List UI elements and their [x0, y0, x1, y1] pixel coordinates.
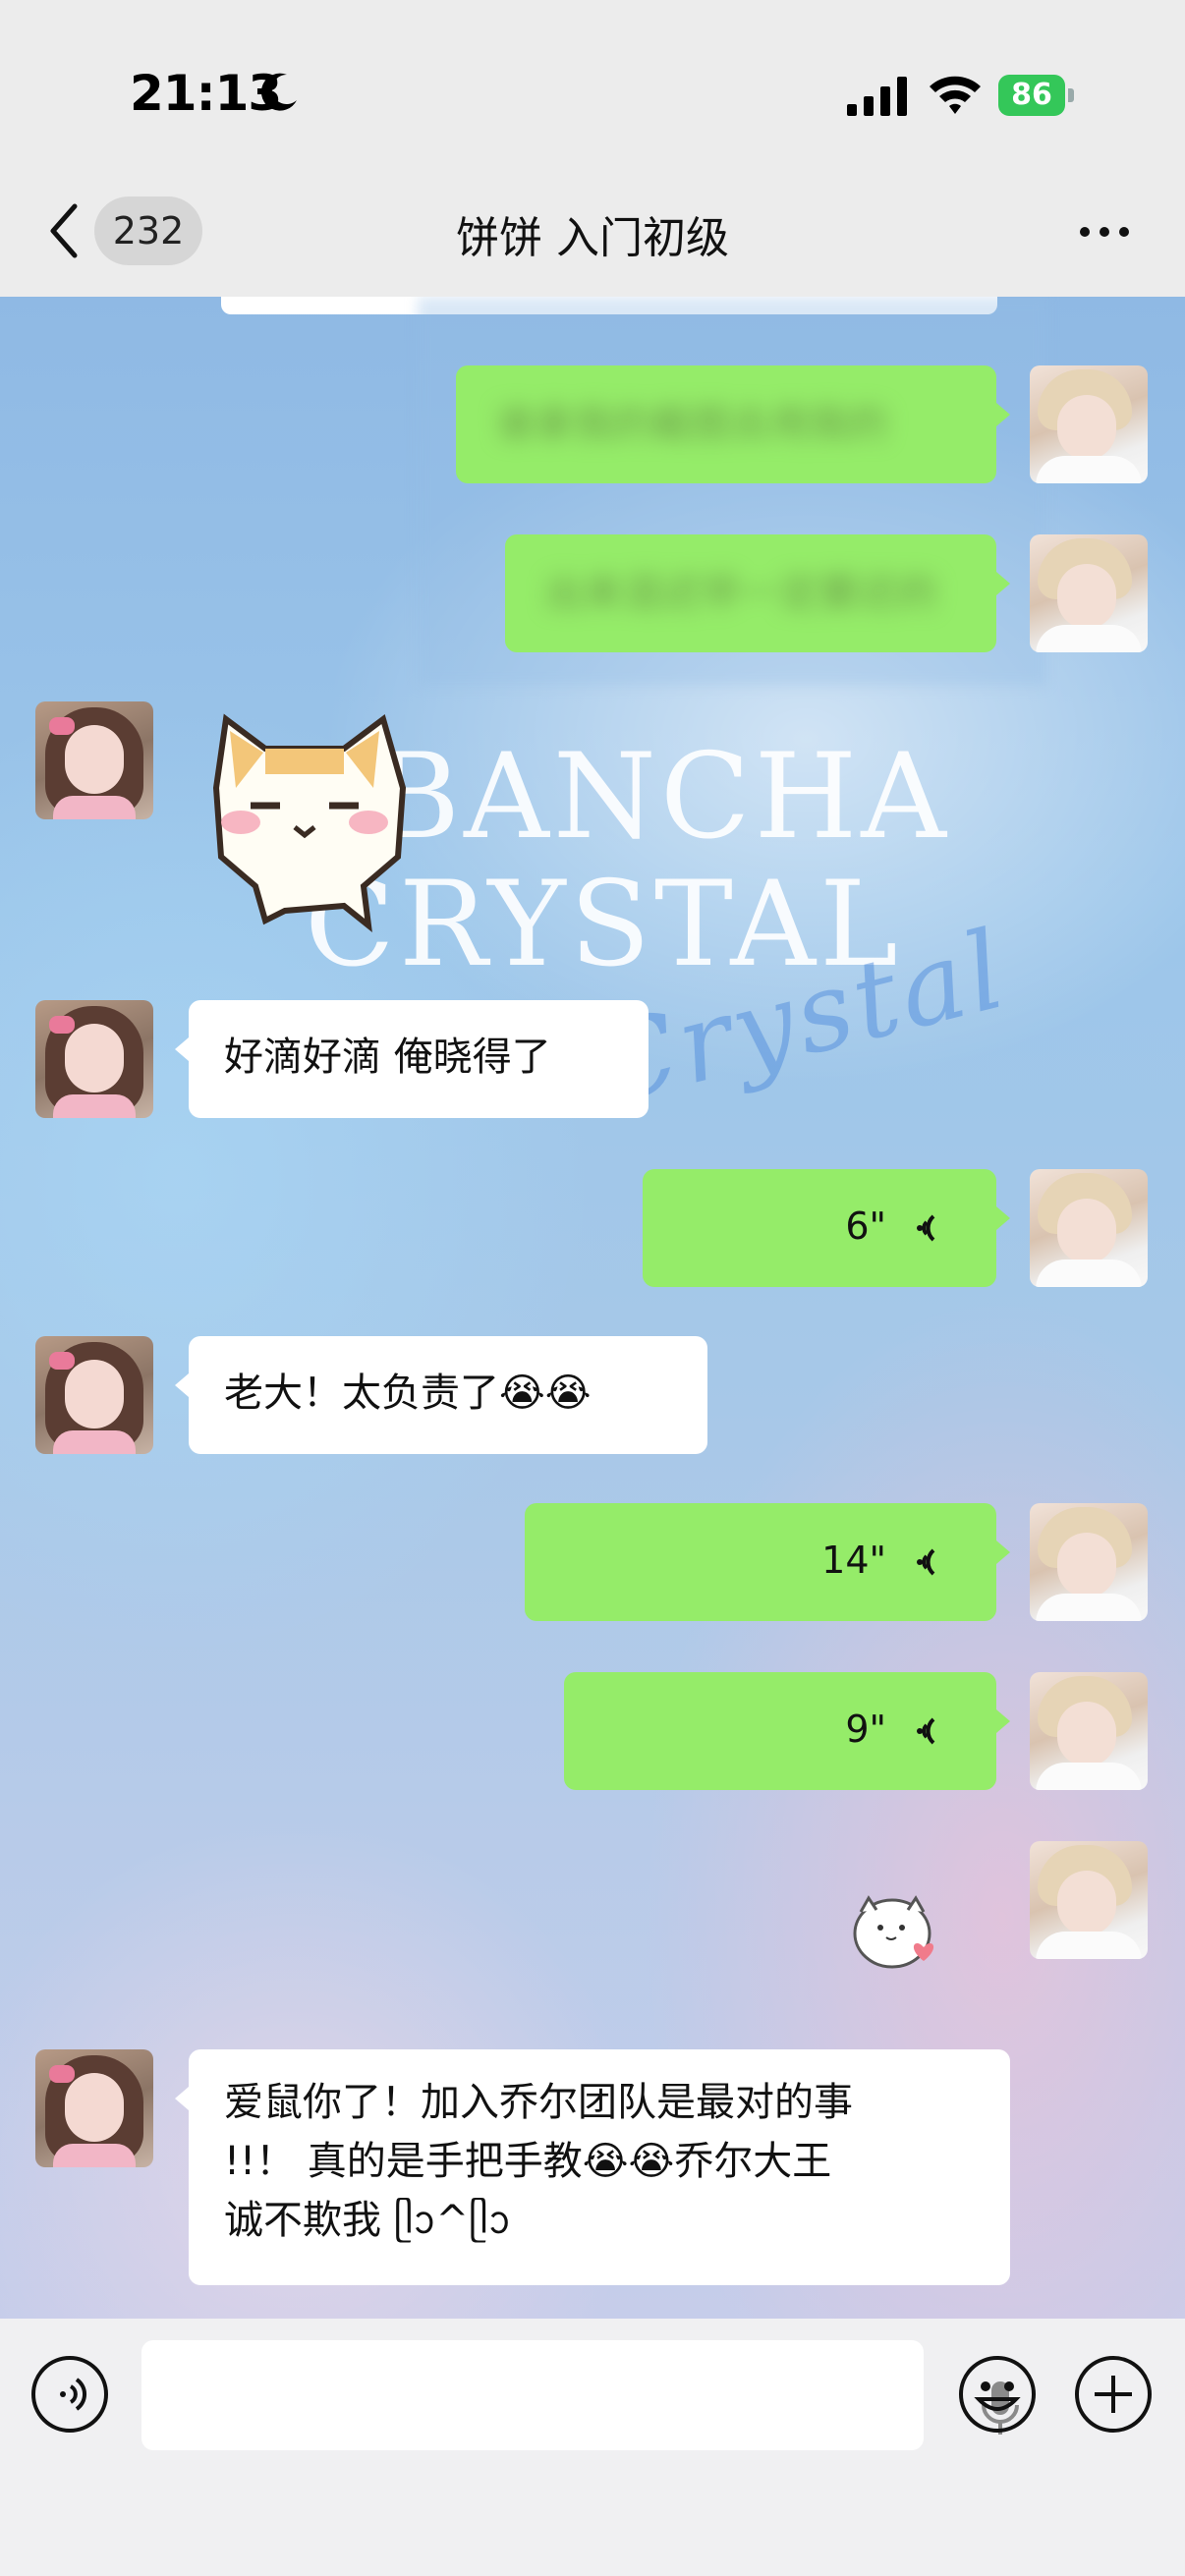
chat-input-bar [0, 2319, 1185, 2576]
message-text: 好滴好滴 俺晓得了 [224, 1035, 551, 1080]
battery-indicator: 86 [998, 75, 1077, 116]
crying-emoji: 😭😭 [582, 2139, 675, 2184]
avatar-self[interactable] [1030, 534, 1148, 652]
chat-message-list[interactable]: BANCHA CRYSTAL Crystal 谁拿我的截图去用我的 出来混迟早一… [0, 297, 1185, 2319]
message-line-1: 爱鼠你了！加入乔尔团队是最对的事 [224, 2080, 853, 2125]
avatar-self[interactable] [1030, 1503, 1148, 1621]
message-bubble-left[interactable]: 好滴好滴 俺晓得了 [175, 1000, 649, 1118]
avatar-contact[interactable] [35, 1336, 153, 1454]
status-bar: 21:13 86 [0, 0, 1185, 167]
message-bubble-left[interactable]: 爱鼠你了！加入乔尔团队是最对的事 !!！ 真的是手把手教😭😭乔尔大王 诚不欺我 … [175, 2049, 1010, 2285]
emoji-icon[interactable] [957, 2354, 1038, 2435]
plus-icon[interactable] [1073, 2354, 1154, 2435]
avatar-contact[interactable] [35, 701, 153, 819]
avatar-self[interactable] [1030, 1841, 1148, 1959]
voice-wave-icon [917, 1214, 935, 1242]
message-input[interactable] [141, 2340, 1019, 2450]
voice-message-bubble[interactable]: 6" [643, 1169, 1010, 1287]
voice-duration: 14" [821, 1539, 886, 1582]
message-bubble-blurred[interactable]: 谁拿我的截图去用我的 [456, 365, 1010, 483]
avatar-contact[interactable] [35, 1000, 153, 1118]
crying-emoji: 😭😭 [499, 1371, 592, 1416]
voice-duration: 9" [845, 1708, 886, 1751]
voice-message-bubble[interactable]: 9" [564, 1672, 1010, 1790]
chat-header: 232 饼饼 入门初级 [0, 167, 1185, 297]
message-line-2: !!！ 真的是手把手教 [224, 2139, 583, 2184]
battery-tip [1068, 88, 1074, 102]
white-cat-heart-sticker[interactable] [847, 1882, 945, 1981]
message-line-3: 诚不欺我 ᥫᩣ^ᥫᩣ [224, 2198, 511, 2243]
voice-duration: 6" [845, 1204, 886, 1248]
message-text: 谁拿我的截图去用我的 [495, 402, 888, 447]
message-line-2b: 乔尔大王 [674, 2139, 832, 2184]
avatar-self[interactable] [1030, 1169, 1148, 1287]
avatar-self[interactable] [1030, 365, 1148, 483]
voice-wave-icon [917, 1548, 935, 1576]
pixel-cat-sticker[interactable] [197, 709, 432, 935]
message-bubble-blurred[interactable]: 出来混迟早一定要还的 [505, 534, 1010, 652]
more-options-icon[interactable] [1077, 206, 1132, 257]
message-text: 出来混迟早一定要还的 [544, 571, 937, 616]
avatar-contact[interactable] [35, 2049, 153, 2167]
voice-input-toggle-icon[interactable] [29, 2354, 110, 2435]
avatar-self[interactable] [1030, 1672, 1148, 1790]
chat-title: 饼饼 入门初级 [456, 213, 729, 263]
message-text: 老大！太负责了 [224, 1371, 499, 1416]
moon-icon [260, 73, 297, 111]
wallpaper-text-1: BANCHA [373, 729, 950, 866]
battery-level: 86 [998, 75, 1065, 116]
cellular-signal-icon [847, 77, 907, 116]
wifi-icon [930, 76, 981, 114]
voice-message-bubble[interactable]: 14" [525, 1503, 1010, 1621]
voice-wave-icon [917, 1717, 935, 1745]
message-bubble-left[interactable]: 老大！太负责了😭😭 [175, 1336, 707, 1454]
